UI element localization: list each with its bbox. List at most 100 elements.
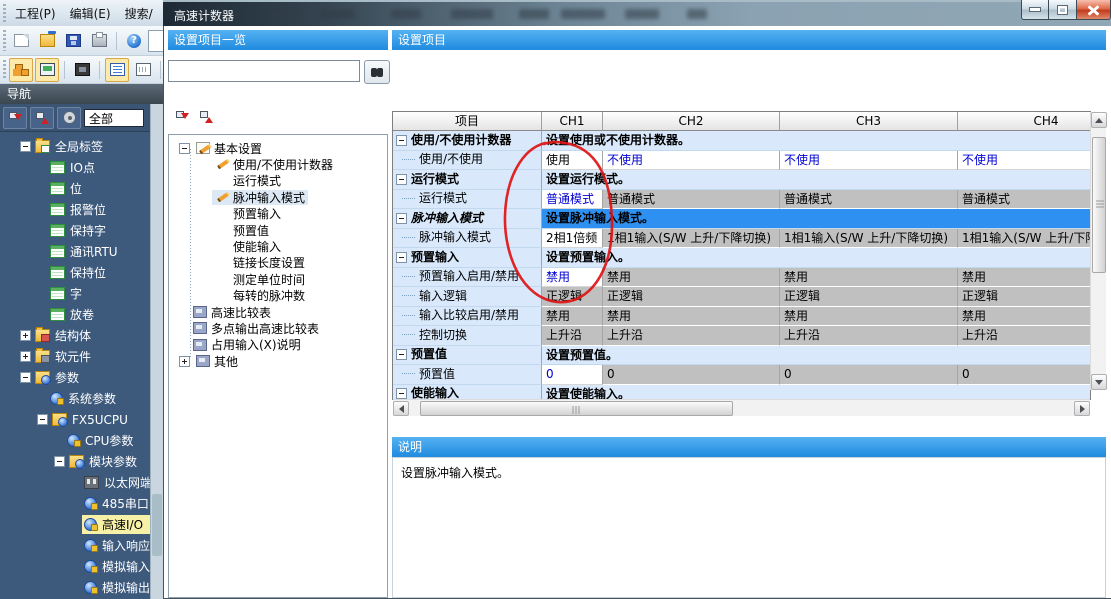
scroll-up-button[interactable]: [1091, 112, 1107, 128]
scroll-right-button[interactable]: [1074, 401, 1090, 416]
print-button[interactable]: [87, 29, 111, 53]
sidebar-item-模拟输入[interactable]: 模拟输入: [0, 556, 150, 577]
row-label-cell[interactable]: 脉冲输入模式: [393, 229, 542, 249]
value-cell-ch1[interactable]: 普通模式: [542, 190, 603, 210]
value-cell-ch2[interactable]: 普通模式: [603, 190, 780, 210]
setting-tree-item-每转的脉冲数[interactable]: 每转的脉冲数: [169, 288, 388, 304]
sidebar-item-位[interactable]: 位: [0, 178, 150, 199]
menu-item-1[interactable]: 编辑(E): [67, 3, 114, 24]
search-button[interactable]: [364, 60, 390, 84]
row-label-cell[interactable]: 使用/不使用计数器: [393, 131, 542, 151]
horizontal-scrollbar[interactable]: [393, 399, 1090, 416]
sidebar-item-模拟输出[interactable]: 模拟输出: [0, 577, 150, 598]
sidebar-item-IO点[interactable]: IO点: [0, 157, 150, 178]
value-cell-ch1[interactable]: 2相1倍频: [542, 229, 603, 249]
collapse-icon[interactable]: [396, 174, 407, 185]
expand-tree-button[interactable]: [196, 106, 216, 126]
setting-tree-item-测定单位时间[interactable]: 测定单位时间: [169, 271, 388, 287]
collapse-icon[interactable]: [396, 252, 407, 263]
open-project-button[interactable]: [35, 29, 59, 53]
sidebar-item-软元件[interactable]: 软元件: [0, 346, 150, 367]
value-cell-ch2[interactable]: 不使用: [603, 151, 780, 171]
setting-tree-item-运行模式[interactable]: 运行模式: [169, 173, 388, 189]
row-label-cell[interactable]: 运行模式: [393, 170, 542, 190]
setting-tree-item-预置输入[interactable]: 预置输入: [169, 206, 388, 222]
value-cell-ch4[interactable]: 不使用: [958, 151, 1091, 171]
row-label-cell[interactable]: 输入逻辑: [393, 287, 542, 307]
collapse-icon[interactable]: [20, 141, 31, 152]
value-cell-ch3[interactable]: 正逻辑: [780, 287, 958, 307]
sidebar-item-保持位[interactable]: 保持位: [0, 262, 150, 283]
close-button[interactable]: [1077, 0, 1111, 20]
value-cell-ch4[interactable]: 禁用: [958, 307, 1091, 327]
value-cell-ch2[interactable]: 禁用: [603, 268, 780, 288]
sidebar-item-485串口[interactable]: 485串口: [0, 493, 150, 514]
value-cell-ch4[interactable]: 禁用: [958, 268, 1091, 288]
value-cell-ch2[interactable]: 1相1输入(S/W 上升/下降切换): [603, 229, 780, 249]
value-cell-ch3[interactable]: 普通模式: [780, 190, 958, 210]
nav-scrollbar-thumb[interactable]: [152, 494, 162, 556]
menu-item-0[interactable]: 工程(P): [12, 3, 59, 24]
save-button[interactable]: [61, 29, 85, 53]
sidebar-item-放卷[interactable]: 放卷: [0, 304, 150, 325]
row-label-cell[interactable]: 脉冲输入模式: [393, 209, 542, 229]
sidebar-item-报警位[interactable]: 报警位: [0, 199, 150, 220]
collapse-icon[interactable]: [396, 213, 407, 224]
sidebar-item-字[interactable]: 字: [0, 283, 150, 304]
value-cell-ch1[interactable]: 使用: [542, 151, 603, 171]
sidebar-item-全局标签[interactable]: 全局标签: [0, 136, 150, 157]
gear-icon[interactable]: [57, 107, 81, 129]
collapse-icon[interactable]: [396, 349, 407, 360]
row-label-cell[interactable]: 预置输入: [393, 248, 542, 268]
vertical-scrollbar[interactable]: [1090, 112, 1106, 390]
help-button[interactable]: [122, 29, 146, 53]
setting-tree-item-其他[interactable]: 其他: [169, 353, 388, 369]
value-cell-ch4[interactable]: 上升沿: [958, 326, 1091, 346]
chip-button[interactable]: [70, 58, 94, 82]
row-label-cell[interactable]: 输入比较启用/禁用: [393, 307, 542, 327]
setting-tree-item-脉冲输入模式[interactable]: 脉冲输入模式: [169, 189, 388, 205]
value-cell-ch1[interactable]: 正逻辑: [542, 287, 603, 307]
value-cell-ch4[interactable]: 正逻辑: [958, 287, 1091, 307]
value-cell-ch2[interactable]: 禁用: [603, 307, 780, 327]
value-cell-ch3[interactable]: 禁用: [780, 307, 958, 327]
new-document-button[interactable]: [9, 29, 33, 53]
scroll-down-button[interactable]: [1091, 374, 1107, 390]
list-view-button[interactable]: [105, 58, 129, 82]
collapse-icon[interactable]: [37, 414, 48, 425]
value-cell-ch2[interactable]: 正逻辑: [603, 287, 780, 307]
value-cell-ch3[interactable]: 上升沿: [780, 326, 958, 346]
setting-tree-item-链接长度设置[interactable]: 链接长度设置: [169, 255, 388, 271]
sidebar-item-参数[interactable]: 参数: [0, 367, 150, 388]
scroll-left-button[interactable]: [393, 401, 409, 416]
nav-scrollbar[interactable]: [150, 104, 163, 599]
value-cell-ch3[interactable]: 0: [780, 365, 958, 385]
sidebar-item-以太网端口[interactable]: 以太网端口: [0, 472, 150, 493]
tree-expand-icon[interactable]: [30, 107, 54, 129]
collapse-tree-button[interactable]: [172, 106, 192, 126]
setting-tree-item-使能输入[interactable]: 使能输入: [169, 238, 388, 254]
value-cell-ch3[interactable]: 禁用: [780, 268, 958, 288]
value-cell-ch1[interactable]: 0: [542, 365, 603, 385]
row-label-cell[interactable]: 控制切换: [393, 326, 542, 346]
value-cell-ch4[interactable]: 1相1输入(S/W 上升/下降切换): [958, 229, 1091, 249]
value-cell-ch1[interactable]: 上升沿: [542, 326, 603, 346]
sidebar-item-FX5UCPU[interactable]: FX5UCPU: [0, 409, 150, 430]
sidebar-item-CPU参数[interactable]: CPU参数: [0, 430, 150, 451]
maximize-button[interactable]: [1049, 0, 1077, 20]
monitor-button[interactable]: [35, 58, 59, 82]
collapse-icon[interactable]: [179, 143, 190, 154]
row-label-cell[interactable]: 预置输入启用/禁用: [393, 268, 542, 288]
setting-tree-item-高速比较表[interactable]: 高速比较表: [169, 304, 388, 320]
value-cell-ch1[interactable]: 禁用: [542, 268, 603, 288]
vertical-scrollbar-thumb[interactable]: [1092, 137, 1106, 273]
row-label-cell[interactable]: 预置值: [393, 346, 542, 366]
sidebar-item-结构体[interactable]: 结构体: [0, 325, 150, 346]
row-label-cell[interactable]: 预置值: [393, 365, 542, 385]
sidebar-item-系统参数[interactable]: 系统参数: [0, 388, 150, 409]
expand-icon[interactable]: [20, 330, 31, 341]
row-label-cell[interactable]: 运行模式: [393, 190, 542, 210]
value-cell-ch1[interactable]: 禁用: [542, 307, 603, 327]
expand-icon[interactable]: [179, 356, 190, 367]
setting-tree-item-使用/不使用计数器[interactable]: 使用/不使用计数器: [169, 156, 388, 172]
